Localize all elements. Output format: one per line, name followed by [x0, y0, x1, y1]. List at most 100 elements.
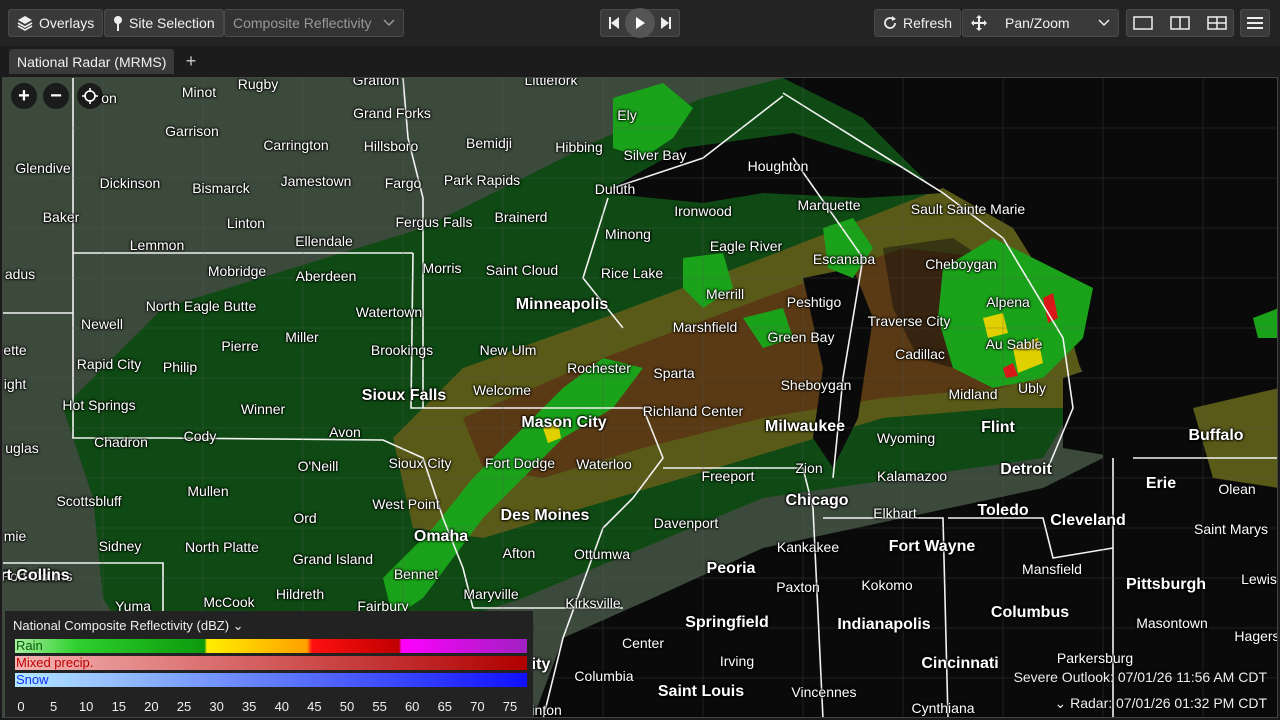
- hamburger-icon: [1247, 17, 1263, 29]
- city-label: Houghton: [747, 158, 809, 174]
- city-label: Marshfield: [672, 319, 738, 335]
- city-label: Toledo: [977, 502, 1029, 519]
- city-label: Green Bay: [767, 329, 835, 345]
- city-label: Buffalo: [1188, 427, 1244, 444]
- tab-label: National Radar (MRMS): [17, 53, 167, 70]
- overlays-label: Overlays: [39, 15, 95, 31]
- refresh-label: Refresh: [903, 15, 953, 31]
- city-label: Saint Cloud: [485, 262, 559, 278]
- city-label: Ord: [293, 510, 317, 526]
- city-label: Brookings: [370, 342, 434, 358]
- city-label: Grafton: [352, 77, 400, 88]
- chevron-down-icon: ⌄: [1054, 695, 1067, 711]
- city-label: Parkersburg: [1056, 650, 1134, 666]
- legend-tick: 25: [176, 699, 192, 714]
- step-back-icon[interactable]: [605, 10, 623, 36]
- overlays-button[interactable]: Overlays: [8, 9, 104, 37]
- city-label: Ubly: [1017, 380, 1047, 396]
- city-label: Bemidji: [466, 135, 512, 151]
- legend-tick: 30: [209, 699, 224, 714]
- site-selection-button[interactable]: Site Selection: [104, 9, 224, 37]
- city-label: Peshtigo: [786, 294, 842, 310]
- legend-snow-label: Snow: [16, 672, 49, 687]
- city-label: Hagers: [1234, 628, 1278, 644]
- legend-snow-bar: Snow: [15, 673, 527, 687]
- crosshair-icon: [82, 88, 98, 104]
- city-label: Sheboygan: [780, 377, 852, 393]
- city-label: Marquette: [797, 197, 861, 213]
- zoom-in-button[interactable]: +: [11, 83, 37, 109]
- city-label: Aberdeen: [295, 268, 357, 284]
- chevron-down-icon: [383, 19, 395, 27]
- legend-ticks: 0 5 10 15 20 25 30 35 40 45 50 55 60 65 70 75: [13, 699, 525, 715]
- city-label: Freeport: [701, 468, 755, 484]
- mode-select[interactable]: Pan/Zoom: [962, 9, 1119, 37]
- city-label: ight: [3, 376, 27, 392]
- city-label: Philip: [162, 359, 198, 375]
- city-label: Masontown: [1136, 615, 1208, 631]
- city-label: Newell: [80, 316, 124, 332]
- add-tab-button[interactable]: +: [181, 49, 201, 74]
- legend-title[interactable]: National Composite Reflectivity (dBZ) ⌄: [13, 618, 244, 634]
- legend-rain-label: Rain: [16, 638, 43, 653]
- plus-icon: +: [185, 51, 197, 71]
- city-label: Winner: [240, 401, 286, 417]
- recenter-button[interactable]: [77, 83, 103, 109]
- city-label: Pierre: [221, 338, 259, 354]
- legend-tick: 35: [241, 699, 257, 714]
- city-label: Saint Louis: [657, 683, 745, 700]
- legend-tick: 45: [307, 699, 322, 714]
- legend-rain-bar: Rain: [15, 639, 527, 653]
- city-label: Fergus Falls: [395, 214, 473, 230]
- legend-tick: 15: [111, 699, 127, 714]
- city-label: Indianapolis: [837, 616, 931, 633]
- city-label: Baker: [42, 209, 80, 225]
- city-label: Escanaba: [812, 251, 876, 267]
- radar-time-stamp[interactable]: ⌄ Radar: 07/01/26 01:32 PM CDT: [1054, 695, 1267, 712]
- city-label: Sidney: [98, 538, 142, 554]
- single-pane-icon[interactable]: [1127, 16, 1158, 30]
- refresh-button[interactable]: Refresh: [874, 9, 962, 37]
- city-label: Lemmon: [129, 237, 185, 253]
- menu-button[interactable]: [1240, 9, 1270, 37]
- radar-map[interactable]: + − Grafton Littlefork Rugby Minot Grand For…: [2, 77, 1278, 718]
- city-label: Morris: [422, 260, 462, 276]
- city-label: Omaha: [413, 528, 469, 545]
- reflectivity-legend: National Composite Reflectivity (dBZ) ⌄ …: [5, 611, 533, 717]
- product-select[interactable]: Composite Reflectivity: [224, 9, 404, 37]
- step-forward-icon[interactable]: [657, 10, 675, 36]
- city-label: Waterloo: [576, 456, 632, 472]
- city-label: Hibbing: [555, 139, 603, 155]
- site-selection-label: Site Selection: [129, 15, 215, 31]
- city-label: Vincennes: [791, 684, 857, 700]
- city-label: Mobridge: [207, 263, 267, 279]
- city-label: Brainerd: [494, 209, 548, 225]
- radar-time-text: Radar: 07/01/26 01:32 PM CDT: [1070, 695, 1267, 711]
- legend-tick: 20: [144, 699, 159, 714]
- dual-pane-icon[interactable]: [1164, 16, 1195, 30]
- city-label: Jamestown: [280, 173, 352, 189]
- city-label: Detroit: [1000, 461, 1052, 478]
- city-label: Pittsburgh: [1126, 576, 1206, 593]
- city-label: Midland: [948, 386, 998, 402]
- legend-tick: 55: [372, 699, 387, 714]
- quad-pane-icon[interactable]: [1202, 16, 1233, 30]
- legend-tick: 70: [470, 699, 485, 714]
- city-label: Garrison: [165, 123, 219, 139]
- play-icon[interactable]: [625, 8, 655, 38]
- city-label: McCook: [203, 594, 255, 610]
- city-label: Ellendale: [295, 233, 353, 249]
- zoom-out-button[interactable]: −: [43, 83, 69, 109]
- city-label: Sparta: [653, 365, 695, 381]
- city-label: Saint Marys: [1194, 521, 1268, 537]
- city-label: Mullen: [187, 483, 229, 499]
- legend-tick: 40: [274, 699, 290, 714]
- tab-bar: National Radar (MRMS) +: [0, 46, 1280, 76]
- city-label: Sioux City: [388, 455, 452, 471]
- city-label: Hildreth: [275, 586, 325, 602]
- product-select-value: Composite Reflectivity: [233, 15, 372, 31]
- tab-national-radar[interactable]: National Radar (MRMS): [9, 49, 175, 74]
- city-label: Minot: [181, 84, 217, 100]
- city-label: Columbia: [574, 668, 634, 684]
- city-label: ette: [3, 342, 27, 358]
